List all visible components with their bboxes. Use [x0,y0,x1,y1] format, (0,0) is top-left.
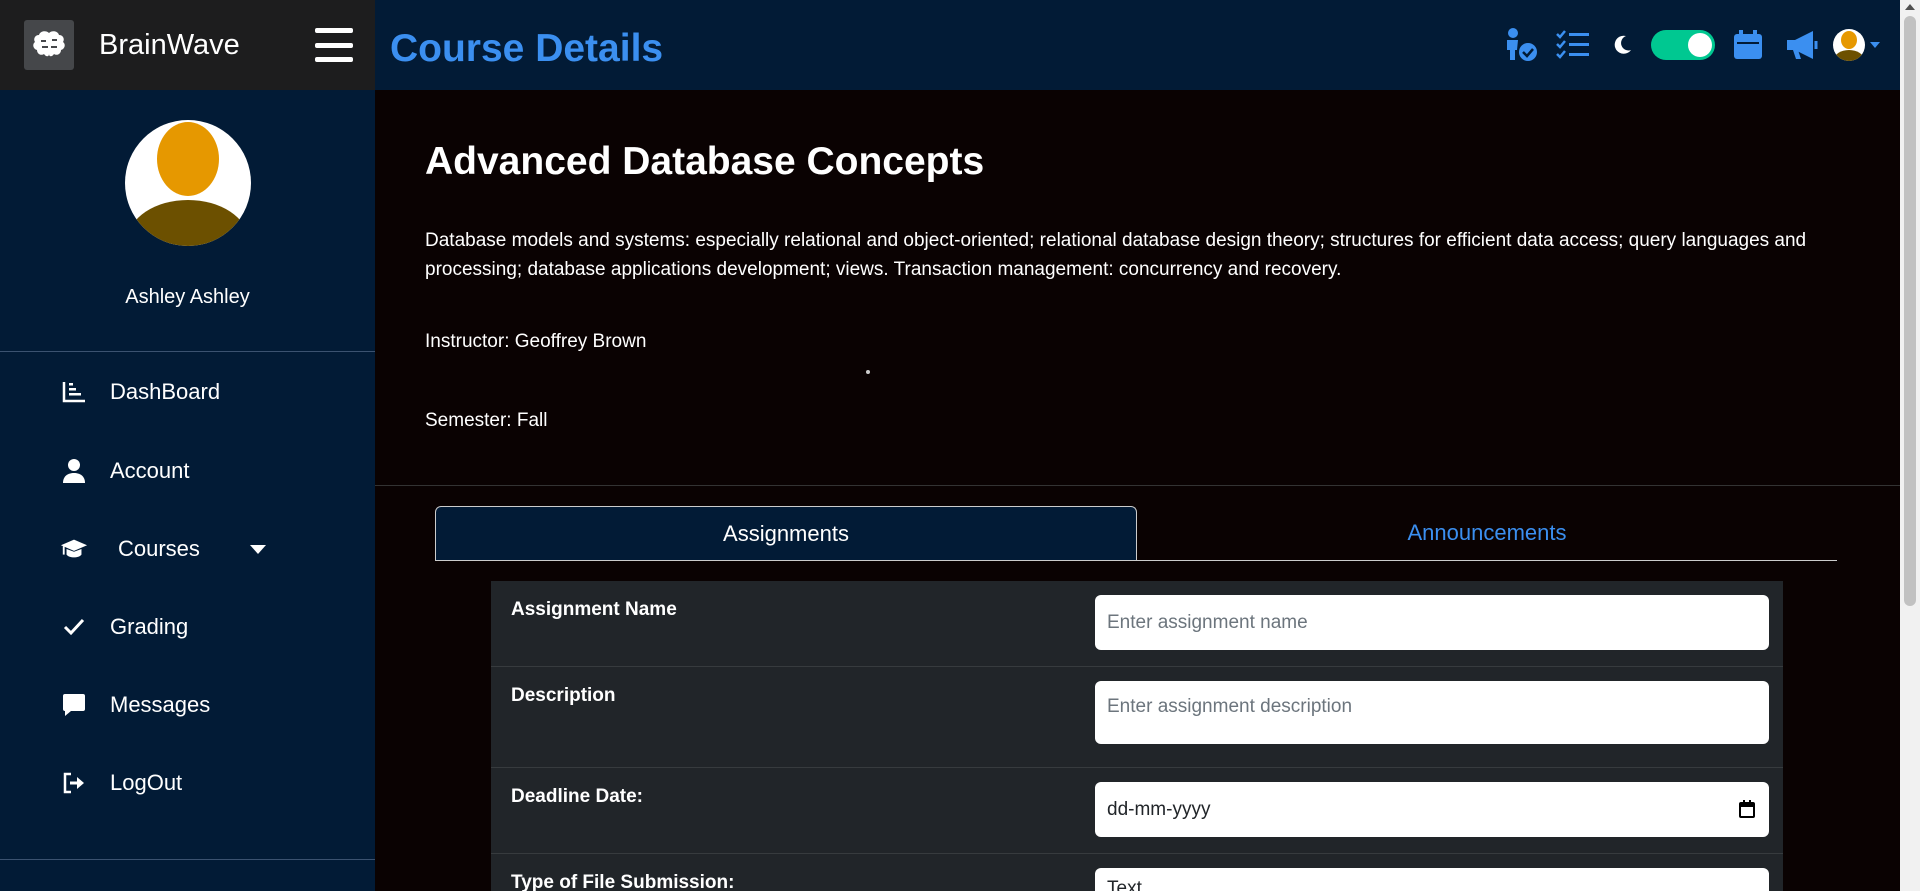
course-header: Advanced Database Concepts Database mode… [375,90,1900,486]
brain-icon [24,20,74,70]
file-type-select[interactable]: Text [1095,868,1769,891]
form-field: dd-mm-yyyy [1095,768,1783,853]
brand-bar: BrainWave [0,0,375,90]
select-value: Text [1107,878,1142,891]
page-title: Course Details [390,27,664,70]
date-value: dd-mm-yyyy [1107,799,1211,820]
brand-name: BrainWave [99,28,240,61]
form-row: Type of File Submission: Text [491,854,1783,891]
sidebar-item-label: Messages [110,692,211,717]
check-icon [60,618,88,636]
course-title: Advanced Database Concepts [425,140,985,183]
sidebar-item-logout[interactable]: LogOut [0,744,375,822]
deadline-date-input[interactable]: dd-mm-yyyy [1095,782,1769,837]
sidebar-item-account[interactable]: Account [0,432,375,510]
assignment-description-input[interactable] [1095,681,1769,744]
hamburger-line [315,42,353,48]
course-instructor: Instructor: Geoffrey Brown [425,331,647,352]
tasks-icon[interactable] [1543,30,1603,60]
form-field [1095,667,1783,767]
logout-icon [60,772,88,794]
avatar [124,120,251,246]
cursor-dot [866,370,870,374]
avatar[interactable] [1833,29,1865,61]
deadline-label: Deadline Date: [511,786,643,807]
sidebar-item-label: Grading [110,614,189,639]
megaphone-icon[interactable] [1773,29,1833,61]
scrollbar-thumb[interactable] [1904,16,1916,606]
chevron-down-icon[interactable] [1870,42,1880,48]
sidebar-item-dashboard[interactable]: DashBoard [0,352,375,432]
sidebar-item-label: DashBoard [110,379,221,404]
hamburger-line [315,57,353,62]
form-row: Description [491,667,1783,768]
sidebar: BrainWave Ashley Ashley DashBoard Accoun… [0,0,375,891]
form-row: Assignment Name [491,581,1783,667]
top-bar: Course Details [375,0,1900,90]
sidebar-item-messages[interactable]: Messages [0,666,375,744]
profile-section: Ashley Ashley [0,90,375,352]
tab-announcements[interactable]: Announcements [1137,506,1837,560]
chart-icon [60,381,88,403]
dark-mode-toggle[interactable] [1651,30,1715,60]
message-icon [60,693,88,717]
form-row: Deadline Date: dd-mm-yyyy [491,768,1783,854]
sidebar-item-label: LogOut [110,770,183,795]
scrollbar[interactable] [1900,0,1920,891]
attendance-icon[interactable] [1499,28,1543,62]
menu-toggle-button[interactable] [315,28,353,62]
form-field [1095,581,1783,666]
sidebar-item-label: Account [110,458,190,483]
scroll-up-icon[interactable] [1905,4,1915,10]
description-label: Description [511,685,616,706]
main-content: Advanced Database Concepts Database mode… [375,90,1900,891]
chevron-down-icon[interactable] [249,544,266,554]
course-tabs: Assignments Announcements [435,506,1837,561]
sidebar-item-grading[interactable]: Grading [0,588,375,666]
assignment-name-label: Assignment Name [511,599,677,620]
calendar-icon[interactable] [1739,800,1755,824]
divider [0,859,375,860]
graduation-cap-icon [60,537,88,561]
sidebar-nav: DashBoard Account Courses Grading Messag… [0,352,375,822]
profile-name: Ashley Ashley [125,286,250,308]
assignment-name-input[interactable] [1095,595,1769,650]
form-field: Text [1095,854,1783,891]
top-icons [1499,28,1880,62]
course-semester: Semester: Fall [425,410,548,431]
calendar-icon[interactable] [1723,29,1773,61]
sidebar-item-label: Courses [118,536,200,561]
hamburger-line [315,28,353,33]
user-icon [60,459,88,483]
course-description: Database models and systems: especially … [425,230,1807,280]
moon-icon [1603,35,1643,55]
tab-assignments[interactable]: Assignments [435,506,1137,560]
assignment-form: Assignment Name Description Deadline Dat… [491,581,1783,891]
sidebar-item-courses[interactable]: Courses [0,510,375,588]
file-type-label: Type of File Submission: [511,872,735,891]
